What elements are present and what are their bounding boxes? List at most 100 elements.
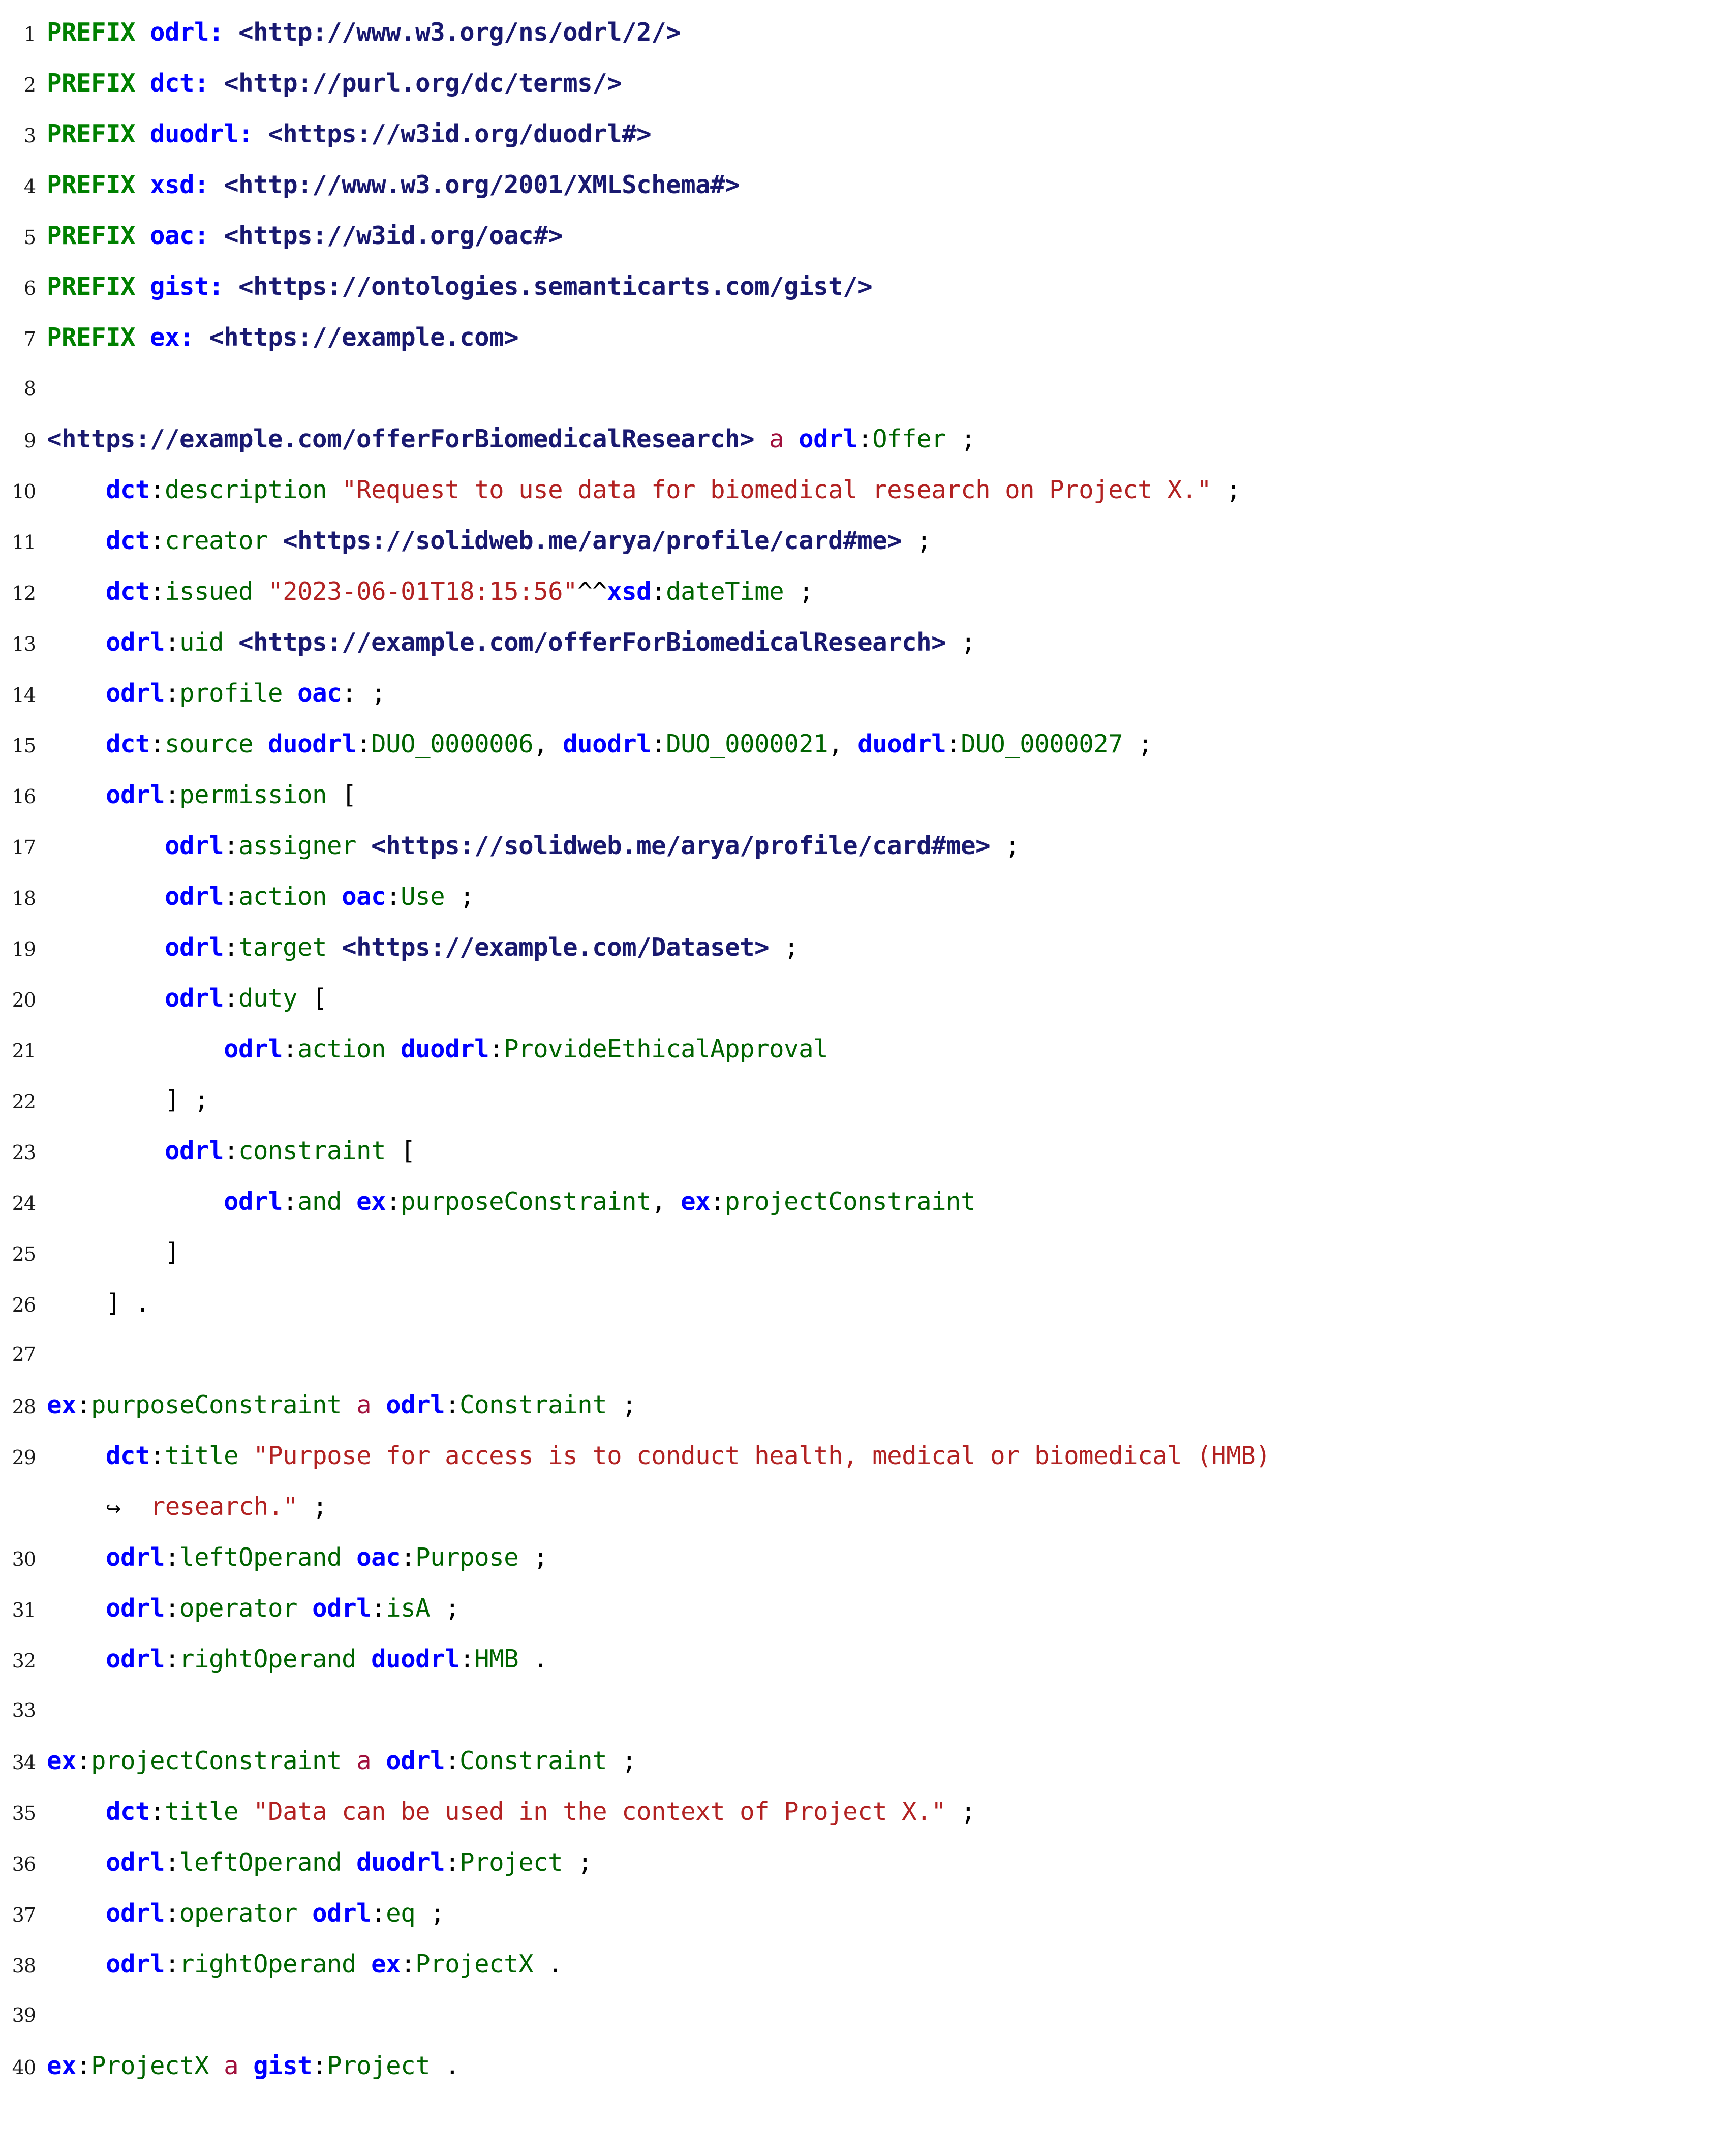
- code-text: dct:source duodrl:DUO_0000006, duodrl:DU…: [47, 719, 1153, 770]
- code-text: PREFIX duodrl: <https://w3id.org/duodrl#…: [47, 109, 652, 160]
- code-line: 12 dct:issued "2023-06-01T18:15:56"^^xsd…: [0, 566, 1718, 617]
- code-token-punct: :: [489, 1035, 504, 1064]
- code-text: odrl:assigner <https://solidweb.me/arya/…: [47, 821, 1020, 871]
- code-text: ex:projectConstraint a odrl:Constraint ;: [47, 1736, 637, 1786]
- code-token-punct: [356, 1645, 371, 1674]
- code-line: 6 PREFIX gist: <https://ontologies.semant…: [0, 261, 1718, 312]
- code-token-punct: ;: [902, 526, 932, 555]
- code-token-punct: [386, 1035, 401, 1064]
- code-token-punct: ,: [651, 1187, 681, 1216]
- code-token-punct: :: [165, 780, 180, 809]
- code-token-str: "Data can be used in the context of Proj…: [253, 1797, 946, 1826]
- line-number: 13: [12, 633, 36, 655]
- code-token-pfx: dct: [106, 526, 150, 555]
- code-line: 4 PREFIX xsd: <http://www.w3.org/2001/XML…: [0, 160, 1718, 210]
- code-text: odrl:profile oac: ;: [47, 668, 386, 719]
- code-token-local: projectConstraint: [725, 1187, 976, 1216]
- line-number: 4: [23, 175, 36, 198]
- code-token-punct: [238, 1797, 253, 1826]
- code-line: 7 PREFIX ex: <https://example.com>: [0, 312, 1718, 363]
- line-number: 14: [12, 684, 36, 706]
- code-token-str: "Purpose for access is to conduct health…: [253, 1441, 1271, 1470]
- line-number: 21: [12, 1040, 36, 1062]
- code-token-local: source: [165, 730, 254, 758]
- code-token-typea: a: [769, 424, 784, 453]
- code-token-punct: :: [76, 1746, 91, 1775]
- code-token-punct: :: [165, 1899, 180, 1928]
- code-token-str: "2023-06-01T18:15:56": [268, 577, 578, 606]
- code-token-pfx: odrl: [165, 984, 224, 1013]
- code-token-punct: ;: [415, 1899, 445, 1928]
- code-token-pfx: odrl: [106, 1645, 165, 1674]
- line-number: 31: [12, 1599, 36, 1621]
- code-token-pfx: xsd: [607, 577, 652, 606]
- code-text: odrl:action duodrl:ProvideEthicalApprova…: [47, 1024, 829, 1075]
- code-token-local: Use: [401, 882, 445, 911]
- line-number: 10: [12, 480, 36, 503]
- code-line: 1 PREFIX odrl: <http://www.w3.org/ns/odrl…: [0, 7, 1718, 58]
- code-token-local: Offer: [872, 424, 946, 453]
- code-token-punct: [135, 18, 150, 47]
- code-text: PREFIX xsd: <http://www.w3.org/2001/XMLS…: [47, 160, 740, 210]
- code-text: PREFIX dct: <http://purl.org/dc/terms/>: [47, 58, 622, 109]
- code-token-punct: :: [224, 984, 239, 1013]
- code-token-local: operator: [179, 1899, 298, 1928]
- line-number: 16: [12, 785, 36, 808]
- code-token-punct: [194, 323, 209, 352]
- code-token-punct: :: [445, 1746, 460, 1775]
- code-token-punct: ;: [1211, 475, 1241, 504]
- line-number: 3: [23, 125, 36, 147]
- code-text: dct:title "Data can be used in the conte…: [47, 1786, 976, 1837]
- code-line: 14 odrl:profile oac: ;: [0, 668, 1718, 719]
- line-number: 8: [23, 377, 36, 400]
- code-token-pfx: odrl: [165, 831, 224, 860]
- line-number: 35: [12, 1802, 36, 1825]
- code-token-punct: ,: [828, 730, 858, 758]
- code-token-punct: :: [165, 1950, 180, 1979]
- code-line: 8: [0, 363, 1718, 414]
- code-line: 33: [0, 1685, 1718, 1736]
- code-token-punct: [342, 1187, 356, 1216]
- code-text: PREFIX gist: <https://ontologies.semanti…: [47, 261, 873, 312]
- code-token-pfx: duodrl:: [150, 119, 254, 148]
- code-token-punct: :: [165, 679, 180, 708]
- line-number: 11: [12, 531, 36, 554]
- code-token-pfx: odrl: [106, 1594, 165, 1623]
- code-token-punct: [342, 1390, 356, 1419]
- code-token-punct: :: [371, 1594, 386, 1623]
- code-token-punct: ;: [356, 679, 386, 708]
- code-token-iri: <http://www.w3.org/2001/XMLSchema#>: [224, 170, 740, 199]
- code-token-punct: :: [283, 1187, 298, 1216]
- code-token-local: uid: [179, 628, 224, 657]
- code-line: 35 dct:title "Data can be used in the co…: [0, 1786, 1718, 1837]
- code-line: 16 odrl:permission [: [0, 770, 1718, 821]
- code-token-pfx: oac: [342, 882, 386, 911]
- code-token-local: rightOperand: [179, 1645, 357, 1674]
- code-token-local: rightOperand: [179, 1950, 357, 1979]
- code-token-pfx: duodrl: [563, 730, 652, 758]
- code-line: 3 PREFIX duodrl: <https://w3id.org/duodrl…: [0, 109, 1718, 160]
- code-token-local: DUO_0000027: [961, 730, 1123, 758]
- code-token-punct: [135, 272, 150, 301]
- code-token-local: eq: [386, 1899, 416, 1928]
- code-token-punct: [784, 424, 799, 453]
- code-token-pfx: odrl: [106, 1950, 165, 1979]
- code-token-punct: ;: [990, 831, 1020, 860]
- code-token-local: title: [165, 1797, 239, 1826]
- code-token-punct: :: [371, 1899, 386, 1928]
- code-line: 27: [0, 1329, 1718, 1380]
- code-token-punct: [135, 323, 150, 352]
- code-token-local: assigner: [238, 831, 357, 860]
- code-token-pfx: odrl: [106, 780, 165, 809]
- code-text: odrl:operator odrl:eq ;: [47, 1888, 445, 1939]
- code-token-punct: ]: [165, 1238, 180, 1267]
